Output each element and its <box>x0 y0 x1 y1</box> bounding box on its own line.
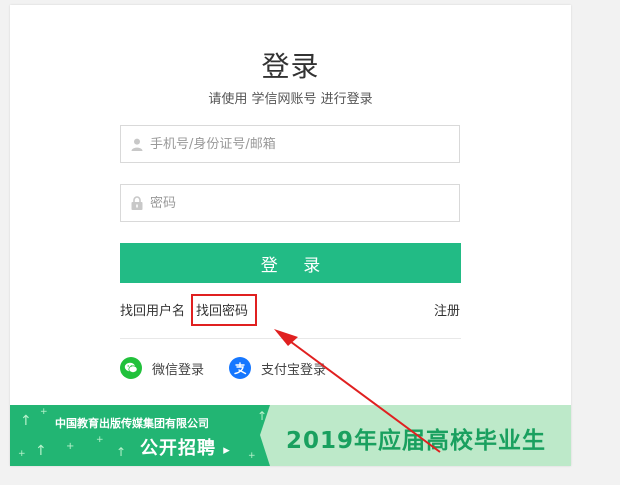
wechat-icon <box>120 357 142 379</box>
banner-recruit-label: 公开招聘 <box>140 438 216 459</box>
banner-graduates-title: 2019年应届高校毕业生 <box>286 428 547 454</box>
alipay-login-button[interactable]: 支付宝登录 <box>229 357 326 379</box>
user-icon <box>130 137 144 151</box>
alipay-icon <box>229 357 251 379</box>
deco-arrow-icon: ↑ <box>257 409 268 423</box>
wechat-login-label: 微信登录 <box>152 362 205 378</box>
deco-plus-icon: + <box>40 407 48 417</box>
deco-plus-icon: + <box>66 441 75 452</box>
register-link[interactable]: 注册 <box>434 300 460 319</box>
login-button[interactable]: 登 录 <box>120 243 461 283</box>
password-input[interactable] <box>150 195 440 211</box>
login-card: 登录 请使用 学信网账号 进行登录 登 录 找回用户名 找回密码 注册 微信登录… <box>10 5 571 466</box>
account-input[interactable] <box>150 136 440 152</box>
deco-arrow-icon: ↑ <box>116 445 127 459</box>
lock-icon <box>130 196 144 210</box>
password-field[interactable] <box>120 184 460 222</box>
wechat-login-button[interactable]: 微信登录 <box>120 357 204 379</box>
deco-arrow-icon: ↑ <box>20 413 32 429</box>
deco-plus-icon: + <box>18 449 26 459</box>
alipay-login-label: 支付宝登录 <box>261 362 327 378</box>
page-title: 登录 <box>261 50 320 83</box>
deco-arrow-icon: ↑ <box>35 443 47 459</box>
annotation-highlight-box <box>191 294 257 326</box>
banner-company-name: 中国教育出版传媒集团有限公司 <box>55 417 209 430</box>
deco-plus-icon: + <box>96 435 104 445</box>
account-field[interactable] <box>120 125 460 163</box>
banner-recruit-title: 公开招聘 ▸ <box>140 434 231 460</box>
deco-plus-icon: + <box>248 451 256 461</box>
find-username-link[interactable]: 找回用户名 <box>120 300 185 319</box>
recruitment-banner[interactable]: ↑ + ↑ + + + ↑ ↑ + 中国教育出版传媒集团有限公司 公开招聘 ▸ … <box>10 405 571 466</box>
play-arrow-icon: ▸ <box>223 443 231 458</box>
login-subtitle: 请使用 学信网账号 进行登录 <box>208 92 373 107</box>
divider <box>120 338 461 339</box>
